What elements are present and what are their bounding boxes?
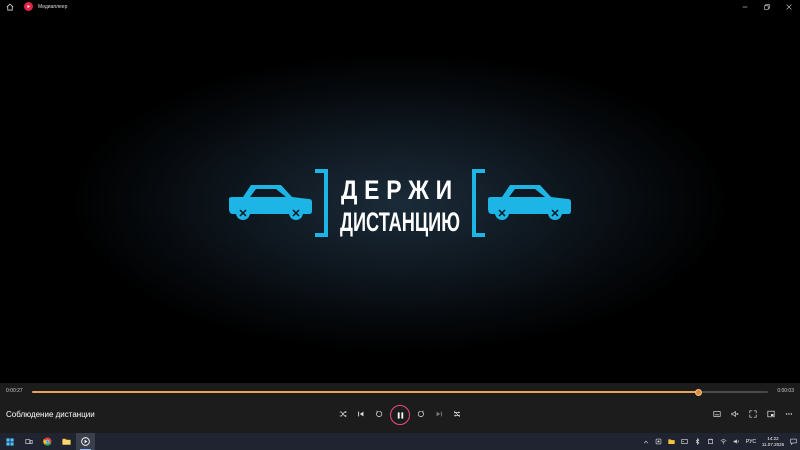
window-title: Медиаплеер	[38, 3, 68, 10]
pause-icon	[397, 411, 403, 419]
clock-date: 11.07.2025	[761, 441, 785, 447]
forward-30-button[interactable]	[414, 407, 428, 421]
previous-button[interactable]	[354, 407, 368, 421]
rewind-10-button[interactable]	[372, 407, 386, 421]
clock[interactable]: 14:22 11.07.2025	[759, 436, 787, 448]
minimize-icon	[742, 6, 748, 7]
home-button[interactable]	[0, 0, 20, 13]
volume-tray-button[interactable]	[730, 433, 743, 450]
windows-start-icon	[5, 437, 14, 446]
chrome-icon	[43, 437, 52, 446]
home-icon	[6, 3, 14, 10]
tray-app-button[interactable]	[652, 433, 665, 450]
notifications-button[interactable]	[787, 433, 800, 450]
tray-app-button[interactable]	[665, 433, 678, 450]
chevron-up-icon	[643, 440, 648, 443]
logo-line-1: ДЕРЖИ	[341, 175, 459, 205]
tray-folder-icon	[668, 439, 675, 444]
start-button[interactable]	[0, 433, 19, 450]
speaker-icon	[733, 439, 739, 444]
restore-icon	[764, 3, 770, 10]
chrome-button[interactable]	[38, 433, 57, 450]
player-controls: 0:00:27 0:00:03 Соблюдение дистанции	[0, 383, 800, 433]
forward-icon	[417, 410, 424, 417]
restore-button[interactable]	[756, 0, 778, 13]
notification-icon	[790, 438, 797, 445]
mini-player-icon	[767, 410, 775, 418]
language-indicator[interactable]: РУС	[743, 439, 759, 445]
tray-network-drive-icon	[681, 439, 688, 444]
current-time: 0:00:27	[6, 388, 23, 394]
media-player-icon	[81, 437, 90, 446]
volume-button[interactable]	[728, 407, 742, 421]
wifi-icon	[720, 439, 727, 445]
close-button[interactable]	[778, 0, 800, 13]
repeat-button[interactable]	[450, 407, 464, 421]
video-area[interactable]: ДЕРЖИ ДИСТАНЦИЮ	[0, 13, 800, 383]
subtitles-button[interactable]	[710, 407, 724, 421]
title-bar: Медиаплеер	[0, 0, 800, 13]
show-hidden-icons-button[interactable]	[639, 433, 652, 450]
tray-usb-icon	[708, 438, 713, 444]
network-button[interactable]	[717, 433, 730, 450]
volume-mute-icon	[731, 410, 739, 418]
fullscreen-button[interactable]	[746, 407, 760, 421]
mini-player-button[interactable]	[764, 407, 778, 421]
subtitles-icon	[713, 411, 721, 417]
system-tray: РУС 14:22 11.07.2025	[639, 433, 800, 450]
previous-icon	[358, 411, 364, 417]
task-view-icon	[24, 438, 33, 444]
pause-button[interactable]	[390, 405, 410, 425]
taskbar: РУС 14:22 11.07.2025	[0, 433, 800, 450]
repeat-off-icon	[453, 410, 461, 418]
more-options-button[interactable]	[782, 407, 796, 421]
seek-thumb[interactable]	[695, 388, 703, 396]
media-player-taskbar-button[interactable]	[76, 433, 95, 450]
tray-app-button[interactable]	[678, 433, 691, 450]
tray-bluetooth-icon	[695, 438, 700, 445]
close-icon	[786, 3, 792, 10]
total-time: 0:00:03	[777, 388, 794, 394]
rewind-icon	[376, 410, 383, 417]
seek-progress	[32, 391, 699, 393]
tray-app-button[interactable]	[704, 433, 717, 450]
logo-line-2: ДИСТАНЦИЮ	[340, 207, 460, 237]
video-frame-logo: ДЕРЖИ ДИСТАНЦИЮ	[229, 169, 571, 237]
left-bracket	[315, 169, 328, 237]
next-button[interactable]	[432, 407, 446, 421]
shuffle-button[interactable]	[336, 407, 350, 421]
shuffle-icon	[339, 410, 347, 418]
right-bracket	[472, 169, 485, 237]
file-explorer-button[interactable]	[57, 433, 76, 450]
task-view-button[interactable]	[19, 433, 38, 450]
tray-app-button[interactable]	[691, 433, 704, 450]
fullscreen-icon	[749, 410, 757, 418]
more-icon	[785, 413, 793, 415]
seek-bar[interactable]	[32, 388, 768, 396]
next-icon	[436, 411, 442, 417]
tray-app-icon	[655, 438, 662, 445]
minimize-button[interactable]	[734, 0, 756, 13]
folder-icon	[62, 438, 71, 445]
media-player-app-icon	[24, 2, 33, 11]
media-title: Соблюдение дистанции	[6, 410, 95, 419]
